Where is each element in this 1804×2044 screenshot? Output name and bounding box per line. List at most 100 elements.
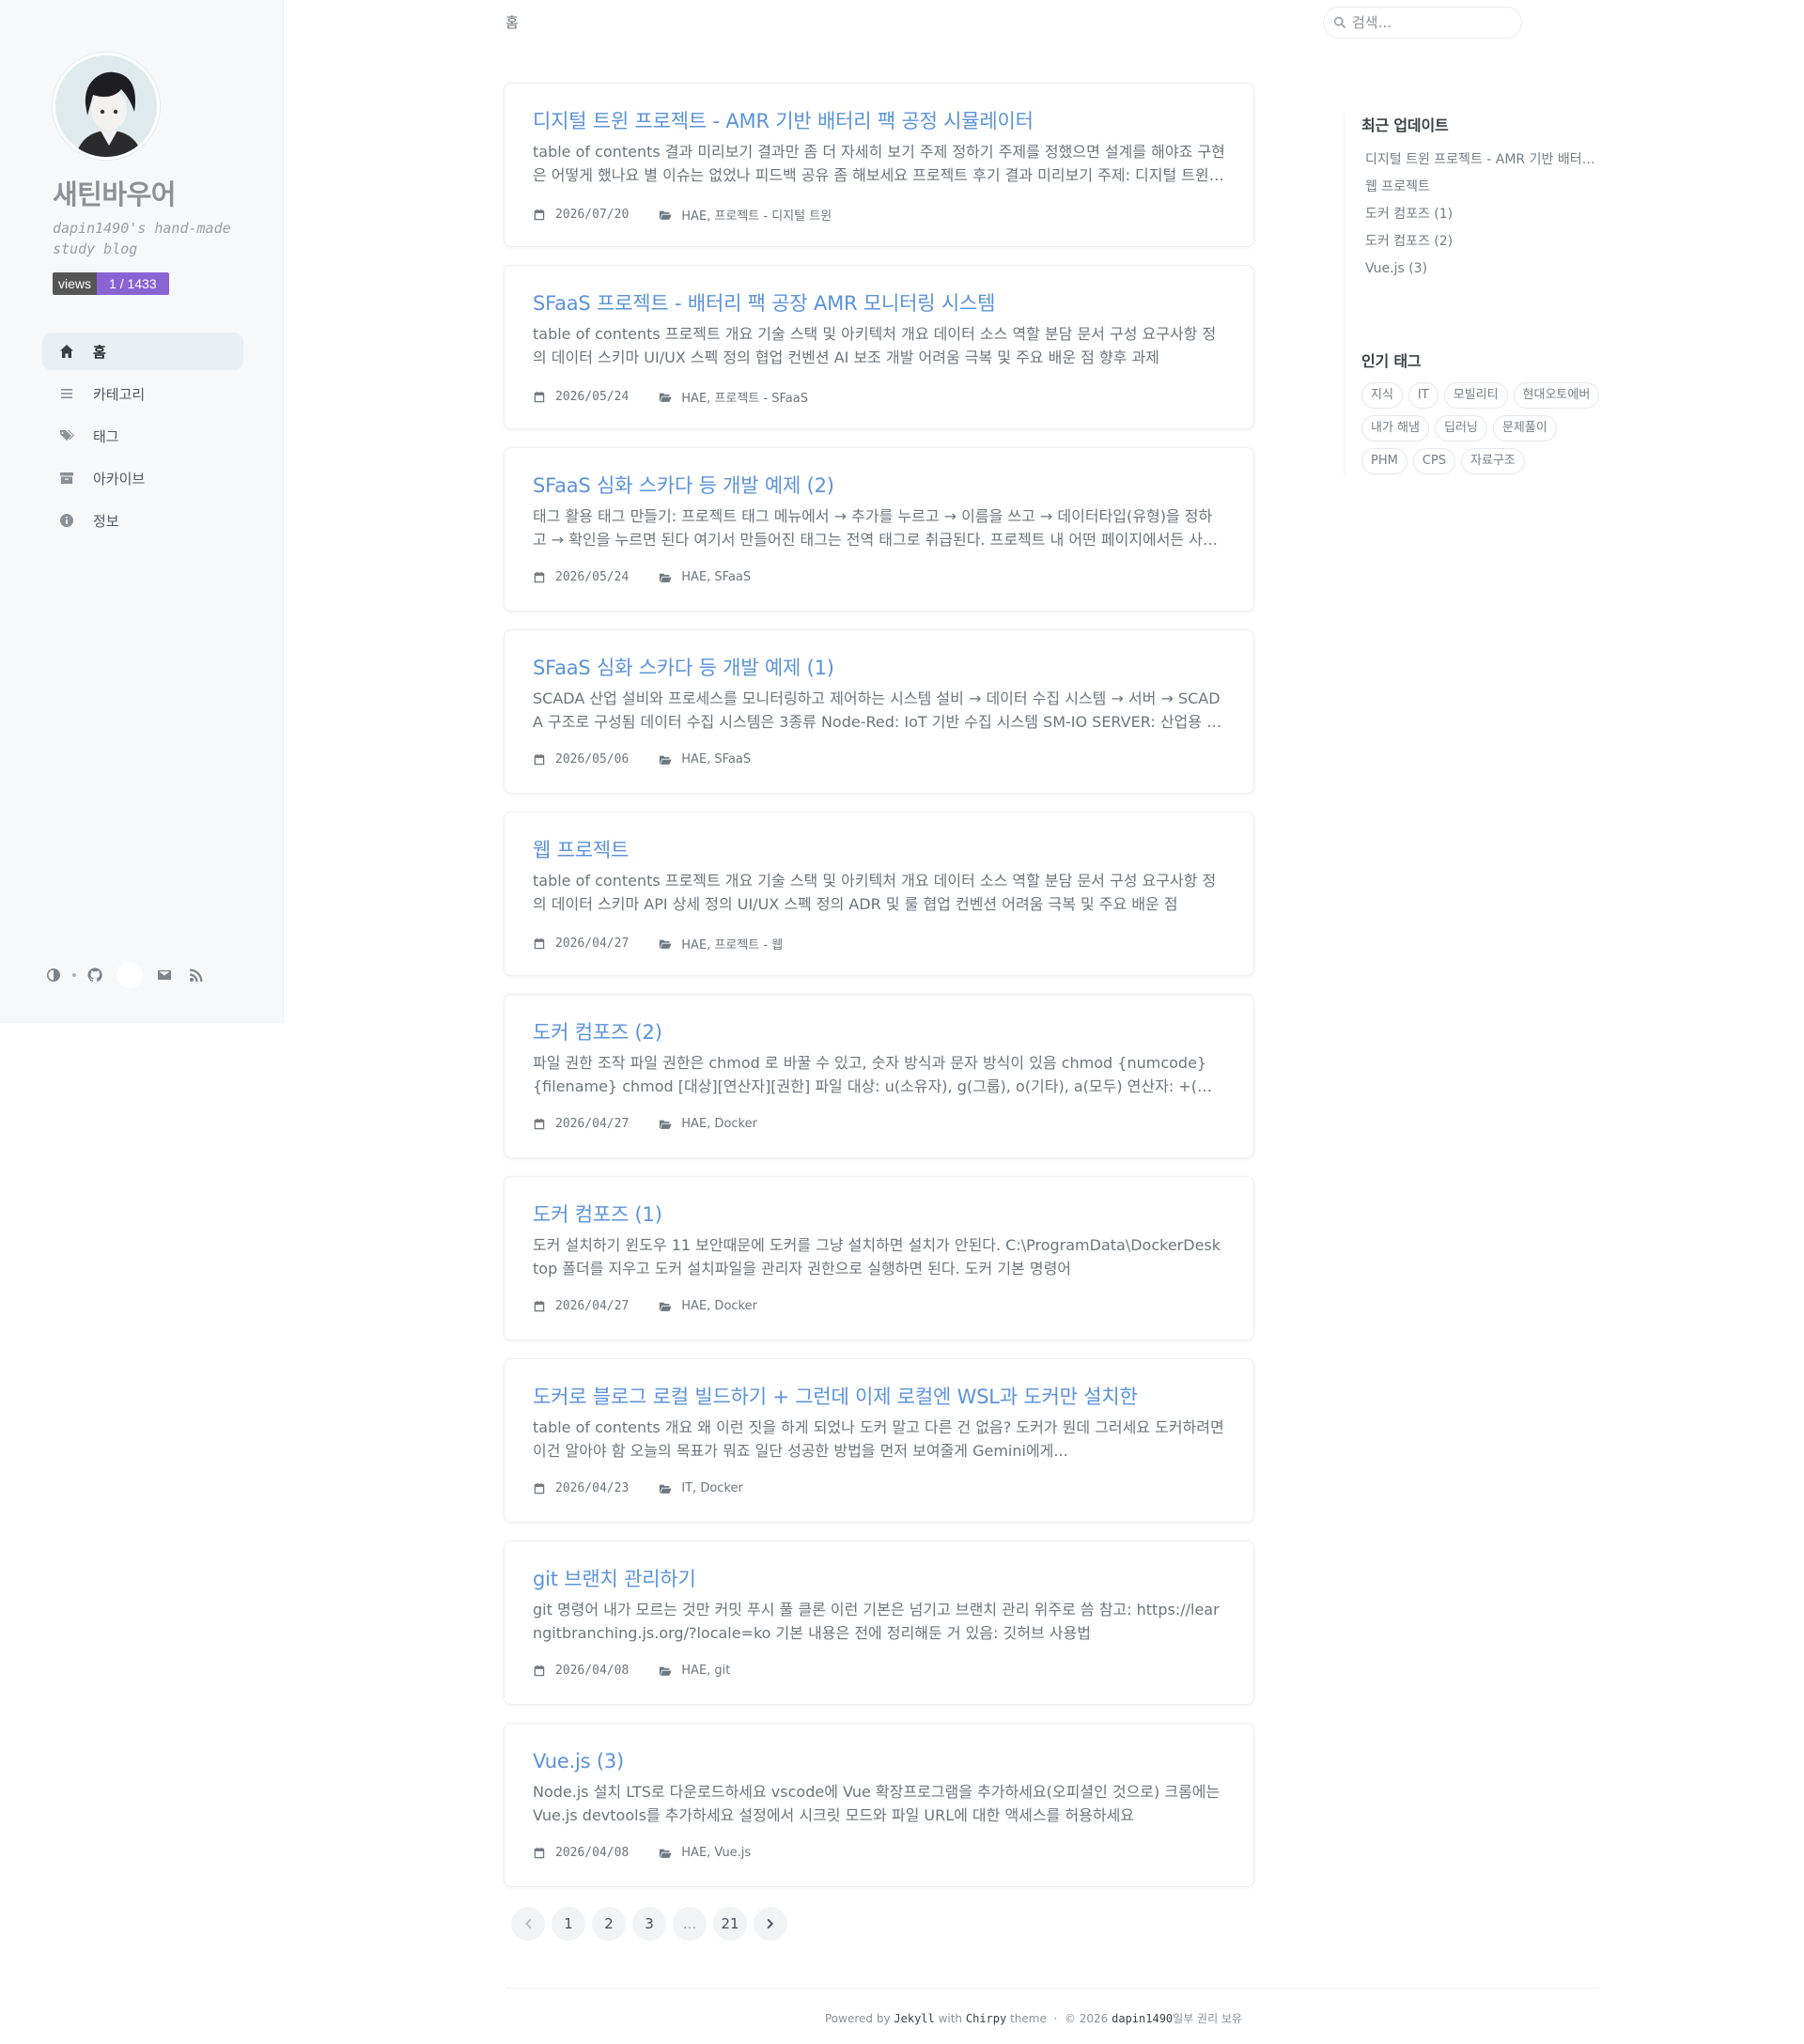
nav-item-home[interactable]: 홈 (42, 333, 243, 370)
post-card[interactable]: SFaaS 프로젝트 - 배터리 팩 공장 AMR 모니터링 시스템 table … (504, 265, 1254, 429)
post-card[interactable]: git 브랜치 관리하기 git 명령어 내가 모르는 것만 커밋 푸시 풀 클론… (504, 1541, 1254, 1705)
chevron-right-icon (767, 1918, 774, 1929)
post-date: 2026/04/27 (533, 1117, 629, 1131)
post-card[interactable]: Vue.js (3) Node.js 설치 LTS로 다운로드하세요 vscode… (504, 1723, 1254, 1887)
info-icon (57, 511, 76, 530)
search-box[interactable] (1323, 7, 1522, 39)
trending-tag[interactable]: CPS (1412, 448, 1456, 474)
folder-open-icon (660, 1120, 672, 1129)
post-date-text: 2026/05/06 (555, 752, 630, 766)
post-categories: HAE, Vue.js (659, 1846, 751, 1860)
trending-tag[interactable]: 현대오토에버 (1513, 382, 1600, 409)
pagination: 1 2 3 ... 21 (511, 1907, 794, 1941)
trending-tag[interactable]: 문제풀이 (1492, 415, 1557, 441)
trending-tag[interactable]: PHM (1361, 448, 1407, 474)
github-icon[interactable] (85, 965, 105, 985)
pagination-page-1[interactable]: 1 (552, 1907, 585, 1941)
home-icon (57, 342, 76, 361)
post-date-text: 2026/05/24 (555, 570, 630, 584)
footer-jekyll-link[interactable]: Jekyll (894, 2012, 934, 2025)
footer-chirpy-link[interactable]: Chirpy (966, 2012, 1006, 2025)
folder-open-icon (660, 1666, 672, 1676)
trending-tag[interactable]: 자료구조 (1461, 448, 1525, 474)
folder-open-icon (660, 939, 672, 949)
post-meta: 2026/07/20 HAE, 프로젝트 - 디지털 트윈 (533, 206, 832, 224)
post-card[interactable]: 도커로 블로그 로컬 빌드하기 + 그런데 이제 로컬엔 WSL과 도커만 설치… (504, 1358, 1254, 1523)
post-title[interactable]: 도커로 블로그 로컬 빌드하기 + 그런데 이제 로컬엔 WSL과 도커만 설치… (533, 1384, 1225, 1410)
post-title[interactable]: 디지털 트윈 프로젝트 - AMR 기반 배터리 팩 공정 시뮬레이터 (533, 108, 1225, 134)
trending-tag[interactable]: 딥러닝 (1434, 415, 1487, 441)
sidebar: 새틴바우어 dapin1490's hand-made study blog v… (0, 0, 284, 1023)
nav-item-about[interactable]: 정보 (42, 502, 243, 539)
post-date-text: 2026/04/27 (555, 937, 630, 951)
calendar-icon (534, 1665, 545, 1676)
post-date-text: 2026/04/08 (555, 1846, 630, 1860)
post-date: 2026/07/20 (533, 208, 629, 222)
post-categories: IT, Docker (659, 1481, 743, 1495)
post-date: 2026/04/08 (533, 1846, 629, 1860)
nav-item-categories[interactable]: 카테고리 (42, 375, 243, 412)
trending-tag[interactable]: IT (1407, 382, 1439, 409)
recent-update-item[interactable]: 디지털 트윈 프로젝트 - AMR 기반 배터리 팩 공정 시뮬레이터 (1361, 147, 1596, 174)
post-card[interactable]: 도커 컴포즈 (2) 파일 권한 조작 파일 권한은 chmod 로 바꿀 수 있… (504, 994, 1254, 1158)
site-title[interactable]: 새틴바우어 (53, 173, 176, 212)
post-card[interactable]: SFaaS 심화 스카다 등 개발 예제 (2) 태그 활용 태그 만들기: 프로… (504, 447, 1254, 612)
pagination-page-last[interactable]: 21 (713, 1907, 747, 1941)
nav-item-label: 카테고리 (93, 385, 146, 403)
recent-update-item[interactable]: 웹 프로젝트 (1361, 174, 1596, 201)
rss-icon[interactable] (186, 965, 207, 985)
pagination-prev-button[interactable] (511, 1907, 545, 1941)
nav-item-archives[interactable]: 아카이브 (42, 459, 243, 497)
post-title[interactable]: SFaaS 심화 스카다 등 개발 예제 (1) (533, 655, 1225, 681)
post-title[interactable]: SFaaS 프로젝트 - 배터리 팩 공장 AMR 모니터링 시스템 (533, 290, 1225, 317)
post-title[interactable]: 도커 컴포즈 (1) (533, 1201, 1225, 1228)
post-title[interactable]: Vue.js (3) (533, 1748, 1225, 1774)
recent-update-item[interactable]: 도커 컴포즈 (1) (1361, 201, 1596, 228)
folder-open-icon (660, 755, 672, 765)
post-categories-text: HAE, Docker (681, 1117, 757, 1131)
breadcrumb: 홈 (505, 14, 519, 31)
post-title[interactable]: git 브랜치 관리하기 (533, 1566, 1225, 1592)
post-title[interactable]: SFaaS 심화 스카다 등 개발 예제 (2) (533, 472, 1225, 499)
trending-tag[interactable]: 지식 (1361, 382, 1403, 409)
calendar-icon (534, 1847, 545, 1858)
post-categories-text: HAE, 프로젝트 - 디지털 트윈 (681, 209, 832, 224)
post-card[interactable]: 도커 컴포즈 (1) 도커 설치하기 윈도우 11 보안때문에 도커를 그냥 설치… (504, 1176, 1254, 1340)
post-card[interactable]: 디지털 트윈 프로젝트 - AMR 기반 배터리 팩 공정 시뮬레이터 table… (504, 83, 1254, 247)
footer-rights: 일부 권리 보유 (1173, 2012, 1243, 2025)
folder-open-icon (660, 210, 672, 220)
chevron-left-icon (524, 1918, 532, 1929)
theme-toggle-icon[interactable] (43, 965, 64, 985)
footer-author-link[interactable]: dapin1490 (1112, 2012, 1173, 2025)
footer-powered-by: Powered by (825, 2012, 891, 2025)
post-excerpt: table of contents 프로젝트 개요 기술 스택 및 아키텍처 개… (533, 872, 1217, 913)
email-icon[interactable] (154, 965, 175, 985)
site-subtitle: dapin1490's hand-made study blog (53, 220, 231, 257)
post-date-text: 2026/04/27 (555, 1117, 630, 1131)
post-date: 2026/04/27 (533, 937, 629, 951)
pagination-next-button[interactable] (754, 1907, 787, 1941)
search-input[interactable] (1352, 14, 1502, 31)
post-title[interactable]: 도커 컴포즈 (2) (533, 1019, 1225, 1045)
post-meta: 2026/05/24 HAE, SFaaS (533, 570, 751, 584)
blank-icon[interactable] (117, 962, 143, 988)
recent-update-item[interactable]: Vue.js (3) (1361, 256, 1596, 283)
footer-copyright: © 2026 (1064, 2012, 1109, 2025)
folder-open-icon (660, 1484, 672, 1494)
nav-item-tags[interactable]: 태그 (42, 417, 243, 455)
trending-tag[interactable]: 모빌리티 (1443, 382, 1508, 409)
calendar-icon (534, 571, 545, 582)
post-date-text: 2026/04/23 (555, 1481, 630, 1495)
trending-tag[interactable]: 내가 해냄 (1361, 415, 1429, 441)
post-card[interactable]: 웹 프로젝트 table of contents 프로젝트 개요 기술 스택 및 … (504, 812, 1254, 976)
post-excerpt: Node.js 설치 LTS로 다운로드하세요 vscode에 Vue 확장프로… (533, 1783, 1221, 1824)
post-title[interactable]: 웹 프로젝트 (533, 837, 1225, 863)
footer-with: with (938, 2012, 963, 2025)
recent-update-item[interactable]: 도커 컴포즈 (2) (1361, 228, 1596, 256)
avatar[interactable] (53, 53, 160, 160)
folder-open-icon (660, 1302, 672, 1311)
pagination-page-2[interactable]: 2 (592, 1907, 626, 1941)
post-card[interactable]: SFaaS 심화 스카다 등 개발 예제 (1) SCADA 산업 설비와 프로세… (504, 629, 1254, 794)
pagination-page-3[interactable]: 3 (632, 1907, 666, 1941)
post-categories-text: HAE, SFaaS (681, 752, 752, 766)
